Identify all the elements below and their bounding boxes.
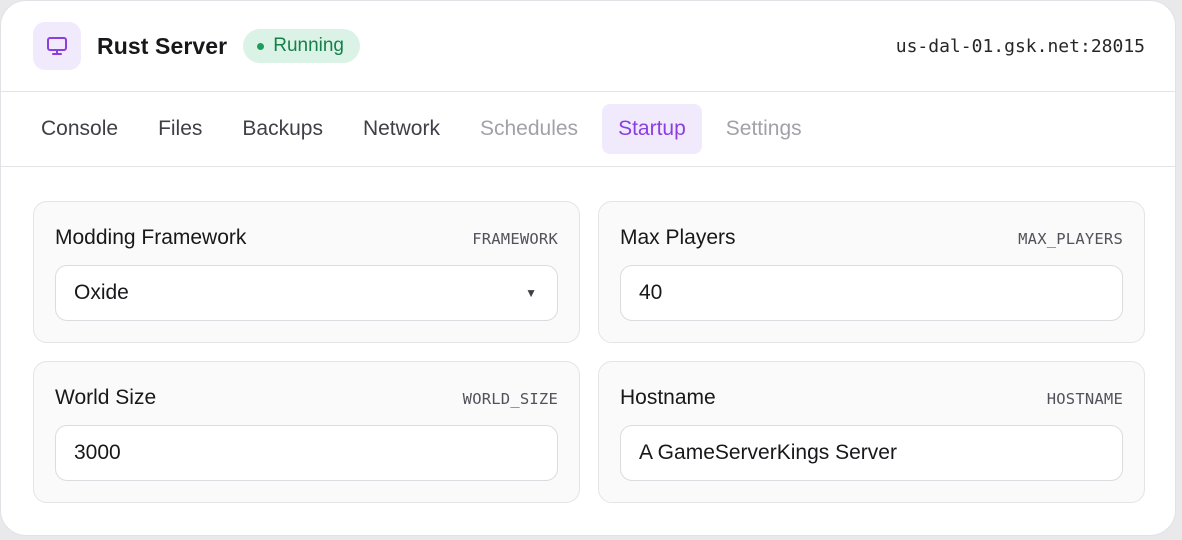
startup-variables: Modding Framework FRAMEWORK Oxide ▼ Max … [33, 201, 1145, 503]
world-size-label: World Size [55, 386, 157, 409]
status-badge: Running [243, 29, 360, 63]
hostname-input[interactable]: A GameServerKings Server [620, 425, 1123, 481]
hostname-card: Hostname HOSTNAME A GameServerKings Serv… [598, 361, 1145, 503]
tab-files[interactable]: Files [138, 104, 222, 154]
tab-network[interactable]: Network [343, 104, 460, 154]
max-players-input[interactable]: 40 [620, 265, 1123, 321]
tab-console[interactable]: Console [21, 104, 138, 154]
tab-bar: Console Files Backups Network Schedules … [1, 92, 1175, 167]
server-address: us-dal-01.gsk.net:28015 [895, 35, 1145, 57]
server-panel: Rust Server Running us-dal-01.gsk.net:28… [0, 0, 1176, 536]
framework-variable: FRAMEWORK [472, 230, 558, 248]
tab-backups[interactable]: Backups [222, 104, 343, 154]
status-dot-icon [257, 42, 265, 50]
server-header: Rust Server Running us-dal-01.gsk.net:28… [1, 1, 1175, 92]
server-title: Rust Server [97, 32, 228, 59]
monitor-icon [33, 22, 81, 70]
max-players-variable: MAX_PLAYERS [1018, 230, 1123, 248]
framework-select[interactable]: Oxide ▼ [55, 265, 558, 321]
caret-down-icon: ▼ [525, 286, 537, 300]
world-size-card: World Size WORLD_SIZE 3000 [33, 361, 580, 503]
framework-label: Modding Framework [55, 226, 247, 249]
max-players-card: Max Players MAX_PLAYERS 40 [598, 201, 1145, 343]
tab-schedules[interactable]: Schedules [460, 104, 598, 154]
max-players-label: Max Players [620, 226, 736, 249]
framework-card: Modding Framework FRAMEWORK Oxide ▼ [33, 201, 580, 343]
tab-settings[interactable]: Settings [706, 104, 822, 154]
world-size-input[interactable]: 3000 [55, 425, 558, 481]
framework-value: Oxide [74, 281, 129, 304]
status-text: Running [273, 35, 344, 56]
hostname-variable: HOSTNAME [1046, 390, 1123, 408]
hostname-label: Hostname [620, 386, 716, 409]
tab-startup[interactable]: Startup [602, 104, 702, 154]
world-size-variable: WORLD_SIZE [462, 390, 558, 408]
